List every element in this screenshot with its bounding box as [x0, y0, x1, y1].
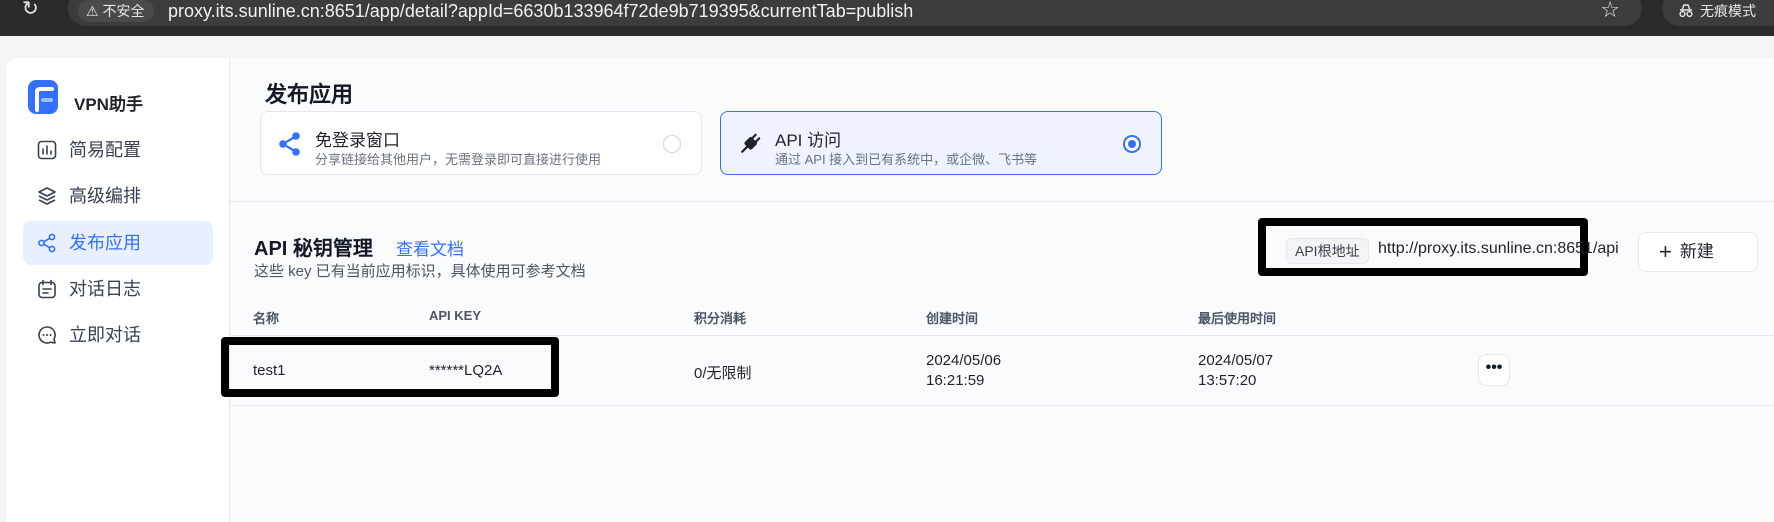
app-name: VPN助手 [74, 95, 143, 114]
sidebar-item-label: 高级编排 [69, 186, 141, 206]
option-title: 免登录窗口 [315, 131, 400, 150]
column-header-api-key: API KEY [429, 308, 482, 323]
api-key-section-subtitle: 这些 key 已有当前应用标识，具体使用可参考文档 [254, 263, 586, 280]
reload-icon[interactable]: ↻ [22, 0, 46, 20]
column-header-created: 创建时间 [926, 311, 979, 326]
layers-icon [38, 187, 56, 205]
bookmark-star-icon[interactable]: ☆ [1600, 0, 1620, 23]
sidebar-item-label: 立即对话 [69, 325, 141, 345]
option-no-login-window[interactable]: 免登录窗口 分享链接给其他用户，无需登录即可直接进行使用 [260, 111, 702, 175]
created-time: 16:21:59 [926, 372, 985, 389]
incognito-icon [1679, 4, 1693, 18]
incognito-indicator[interactable]: 无痕模式 [1662, 0, 1774, 26]
address-bar[interactable]: ⚠ 不安全 proxy.its.sunline.cn:8651/app/deta… [68, 0, 1642, 26]
app-logo-icon [28, 80, 58, 114]
option-radio-selected[interactable] [1123, 135, 1141, 153]
page-title: 发布应用 [265, 82, 354, 107]
api-base-url-annotation: API根地址 http://proxy.its.sunline.cn:8651/… [1258, 218, 1619, 276]
plus-icon: + [1659, 239, 1672, 264]
view-docs-link[interactable]: 查看文档 [396, 235, 464, 260]
bar-chart-icon [37, 140, 57, 160]
api-key-section-title: API 秘钥管理 [254, 238, 373, 260]
key-value: ******LQ2A [429, 362, 503, 379]
security-badge[interactable]: ⚠ 不安全 [78, 0, 155, 22]
api-base-url-value[interactable]: http://proxy.its.sunline.cn:8651/api [1378, 240, 1619, 258]
incognito-label: 无痕模式 [1700, 3, 1756, 19]
sidebar-item-advanced[interactable]: 高级编排 [23, 174, 213, 218]
sidebar-item-label: 简易配置 [69, 140, 141, 160]
column-header-usage: 积分消耗 [694, 311, 747, 326]
key-name: test1 [253, 362, 286, 379]
chat-icon [38, 326, 56, 344]
sidebar-item-basic-config[interactable]: 简易配置 [23, 128, 213, 172]
more-actions-button[interactable]: ••• [1478, 354, 1510, 386]
sidebar-item-chat[interactable]: 立即对话 [23, 313, 213, 357]
sidebar-item-logs[interactable]: 对话日志 [23, 267, 213, 311]
app-page: VPN助手 简易配置 高级编排 发布应用 对话日志 立即对话 发布应用 免登录窗… [6, 58, 1774, 522]
api-base-url-label: API根地址 [1286, 238, 1369, 264]
url-text[interactable]: proxy.its.sunline.cn:8651/app/detail?app… [168, 0, 913, 22]
column-header-name: 名称 [253, 311, 280, 326]
browser-toolbar: ↻ ⚠ 不安全 proxy.its.sunline.cn:8651/app/de… [0, 0, 1774, 36]
plug-icon [741, 133, 761, 153]
option-title: API 访问 [775, 131, 842, 150]
section-divider [230, 201, 1774, 202]
sidebar: VPN助手 简易配置 高级编排 发布应用 对话日志 立即对话 [6, 58, 230, 522]
table-row-divider [230, 405, 1774, 406]
key-usage: 0/无限制 [694, 365, 752, 382]
table-header-divider [230, 335, 1774, 336]
sidebar-item-label: 对话日志 [69, 279, 141, 299]
share-icon [279, 132, 300, 156]
calendar-icon [38, 279, 56, 299]
share-icon [38, 233, 56, 253]
sidebar-item-label: 发布应用 [69, 233, 141, 253]
security-label: 不安全 [102, 3, 145, 19]
column-header-last-used: 最后使用时间 [1198, 311, 1277, 326]
last-used-date: 2024/05/07 [1198, 352, 1274, 369]
main-content: 发布应用 免登录窗口 分享链接给其他用户，无需登录即可直接进行使用 API 访问… [221, 58, 1774, 522]
sidebar-item-publish[interactable]: 发布应用 [23, 221, 213, 265]
option-description: 通过 API 接入到已有系统中，或企微、飞书等 [775, 152, 1038, 167]
new-key-label: 新建 [1679, 242, 1714, 261]
option-api-access[interactable]: API 访问 通过 API 接入到已有系统中，或企微、飞书等 [720, 111, 1162, 175]
option-description: 分享链接给其他用户，无需登录即可直接进行使用 [315, 152, 602, 167]
option-radio[interactable] [663, 135, 681, 153]
created-date: 2024/05/06 [926, 352, 1002, 369]
last-used-time: 13:57:20 [1198, 372, 1257, 389]
new-key-button[interactable]: + 新建 [1638, 232, 1758, 272]
